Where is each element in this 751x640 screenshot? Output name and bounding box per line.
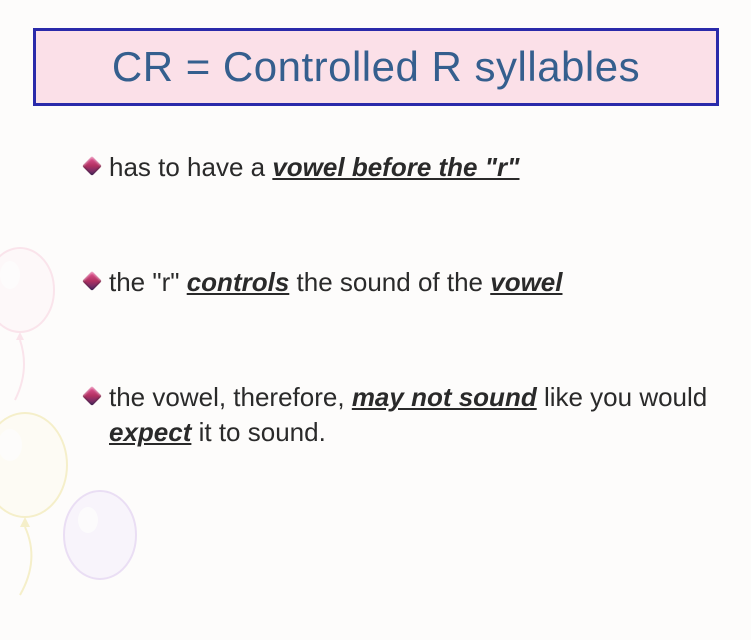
- bullet-item: the "r" controls the sound of the vowel: [85, 265, 715, 300]
- balloon-decoration: [0, 240, 90, 420]
- bullet-icon: [82, 386, 102, 406]
- bullet-text: has to have a vowel before the "r": [109, 150, 520, 185]
- title-box: CR = Controlled R syllables: [33, 28, 719, 106]
- bullet-item: has to have a vowel before the "r": [85, 150, 715, 185]
- bullet-text: the "r" controls the sound of the vowel: [109, 265, 562, 300]
- bullet-icon: [82, 156, 102, 176]
- bullet-icon: [82, 271, 102, 291]
- balloon-decoration: [50, 480, 170, 640]
- slide-title: CR = Controlled R syllables: [112, 43, 640, 91]
- bullet-item: the vowel, therefore, may not sound like…: [85, 380, 715, 450]
- bullet-text: the vowel, therefore, may not sound like…: [109, 380, 715, 450]
- bullet-list: has to have a vowel before the "r" the "…: [85, 150, 715, 450]
